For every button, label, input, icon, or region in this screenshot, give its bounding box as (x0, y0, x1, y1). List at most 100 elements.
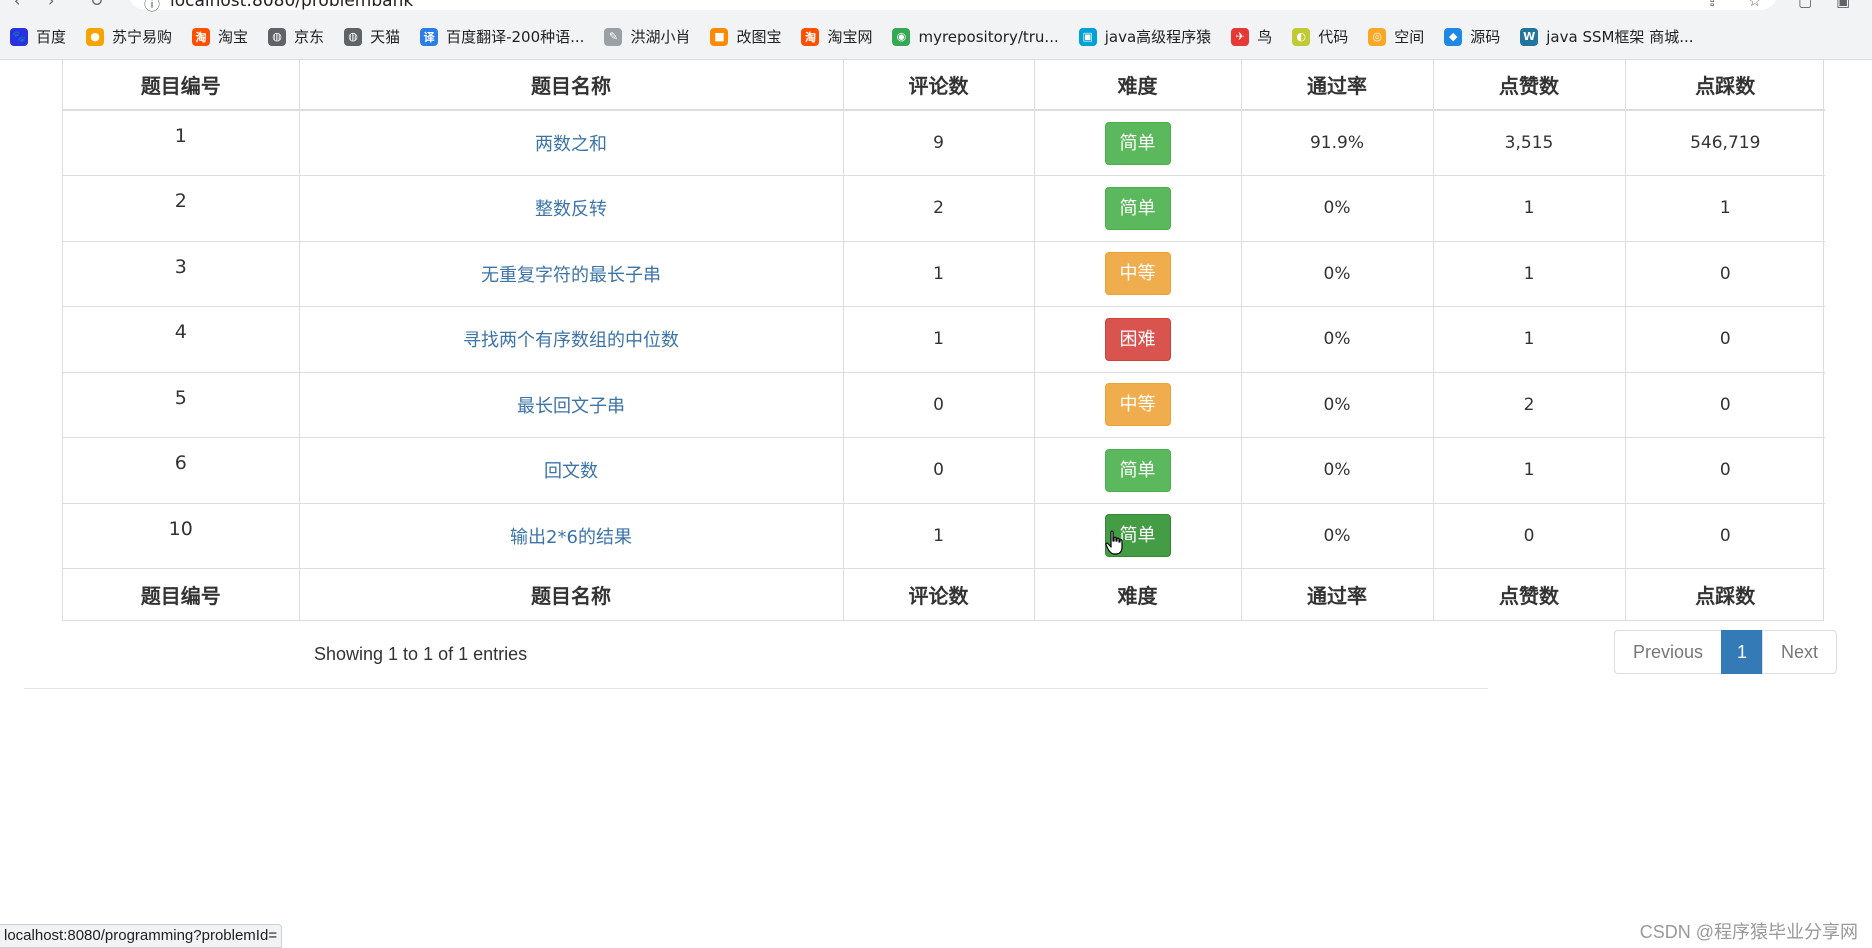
comment-count: 1 (842, 240, 1034, 307)
page-button-current[interactable]: 1 (1721, 630, 1764, 674)
bookmark-item[interactable]: Wjava SSM框架 商城... (1520, 26, 1694, 47)
problem-id: 3 (63, 240, 299, 307)
profile-icon[interactable]: ▣ (1836, 0, 1850, 10)
bookmark-label: 淘宝 (218, 28, 249, 46)
header-comments[interactable]: 评论数 (842, 60, 1034, 111)
pass-rate: 0% (1240, 371, 1433, 438)
difficulty-cell: 困难 (1033, 306, 1241, 372)
divider (24, 688, 1488, 689)
problem-name-link[interactable]: 整数反转 (535, 199, 607, 220)
header-id[interactable]: 题目编号 (63, 60, 299, 111)
problem-name-cell: 最长回文子串 (298, 371, 843, 438)
star-icon[interactable]: ☆ (1748, 0, 1761, 10)
bookmark-item[interactable]: ✈ 鸟 (1231, 26, 1272, 47)
bookmark-item[interactable]: ▣ java高级程序猿 (1078, 26, 1212, 47)
footer-id: 题目编号 (63, 568, 299, 620)
problem-name-link[interactable]: 回文数 (544, 461, 598, 482)
comment-count: 9 (842, 110, 1034, 176)
problem-id: 5 (63, 371, 299, 438)
taobao-icon: 淘 (801, 27, 820, 46)
problem-name-link[interactable]: 最长回文子串 (517, 396, 625, 417)
bookmark-label: 鸟 (1257, 28, 1273, 46)
header-difficulty[interactable]: 难度 (1033, 60, 1241, 111)
problem-name-cell: 两数之和 (298, 110, 843, 176)
tab-icon[interactable]: ▢ (1798, 0, 1812, 10)
taobao-icon: 淘 (192, 27, 211, 46)
bookmark-item[interactable]: ◉ myrepository/tru... (892, 27, 1059, 46)
forward-icon[interactable]: › (48, 0, 54, 10)
footer-difficulty: 难度 (1033, 568, 1241, 620)
table-row: 1 两数之和 9 简单 91.9% 3,515 546,719 (63, 110, 1825, 176)
comment-count: 1 (842, 502, 1034, 569)
reload-icon[interactable]: ↻ (90, 0, 103, 10)
like-count: 0 (1432, 502, 1625, 569)
problem-name-link[interactable]: 输出2*6的结果 (510, 527, 632, 548)
bookmark-label: 百度 (36, 28, 67, 46)
pass-rate: 0% (1240, 240, 1433, 307)
url-text[interactable]: localhost:8080/problembank (170, 0, 413, 11)
bookmark-item[interactable]: ✎ 洪湖小肖 (604, 26, 690, 47)
problem-id: 10 (63, 502, 299, 569)
like-count: 3,515 (1432, 110, 1625, 176)
next-button[interactable]: Next (1762, 630, 1838, 674)
problem-id: 6 (63, 437, 299, 503)
pass-rate: 91.9% (1240, 110, 1433, 176)
problem-name-link[interactable]: 无重复字符的最长子串 (481, 265, 661, 286)
globe-icon: ◍ (268, 27, 287, 46)
difficulty-badge[interactable]: 简单 (1104, 121, 1171, 165)
dislike-count: 0 (1624, 306, 1825, 372)
bookmark-item[interactable]: ◐ 代码 (1292, 26, 1348, 47)
bookmark-item[interactable]: ◆ 源码 (1444, 26, 1500, 47)
header-dislikes[interactable]: 点踩数 (1624, 60, 1825, 111)
header-likes[interactable]: 点赞数 (1432, 60, 1625, 111)
share-icon[interactable]: ⇪ (1706, 0, 1719, 10)
bookmark-item[interactable]: 译百度翻译-200种语... (420, 26, 584, 47)
table-row: 6 回文数 0 简单 0% 1 0 (63, 437, 1825, 503)
bookmarks-bar: 🐾 百度 ● 苏宁易购淘淘宝 ◍ 京东 ◍ 天猫译百度翻译-200种语... ✎ 洪湖小肖 ■ 改图宝… (0, 14, 1872, 60)
difficulty-cell: 简单 (1033, 175, 1241, 241)
table-row: 2 整数反转 2 简单 0% 1 1 (63, 175, 1825, 241)
comment-count: 2 (842, 175, 1034, 241)
comment-count: 0 (842, 437, 1034, 503)
site-info-icon[interactable]: ⓘ (144, 0, 160, 15)
problem-table: 题目编号 题目名称 评论数 难度 通过率 点赞数 点踩数 1 两数之和 9 简单 91.… (62, 60, 1825, 621)
bookmark-item[interactable]: ● 苏宁易购 (86, 26, 172, 47)
bookmark-item[interactable]: ◎ 空间 (1368, 26, 1424, 47)
difficulty-badge[interactable]: 中等 (1104, 252, 1171, 296)
bookmark-item[interactable]: 淘淘宝网 (801, 26, 872, 47)
bookmark-item[interactable]: 淘淘宝 (192, 26, 248, 47)
bookmark-item[interactable]: ◍ 天猫 (344, 26, 400, 47)
browser-viewport: ‹ › ↻ ⓘ localhost:8080/problembank ⇪ ☆ ▢… (0, 0, 1872, 948)
difficulty-badge[interactable]: 简单 (1104, 448, 1171, 492)
previous-button[interactable]: Previous (1614, 630, 1723, 674)
bookmark-label: 空间 (1394, 28, 1425, 46)
dislike-count: 546,719 (1624, 110, 1825, 176)
problem-name-link[interactable]: 两数之和 (535, 134, 607, 155)
bookmark-label: java高级程序猿 (1104, 28, 1212, 46)
problem-name-link[interactable]: 寻找两个有序数组的中位数 (463, 330, 679, 351)
table-row: 4 寻找两个有序数组的中位数 1 困难 0% 1 0 (63, 306, 1825, 372)
pass-rate: 0% (1240, 306, 1433, 372)
difficulty-badge[interactable]: 困难 (1104, 317, 1171, 361)
header-pass-rate[interactable]: 通过率 (1240, 60, 1433, 111)
difficulty-badge[interactable]: 简单 (1104, 186, 1171, 230)
bookmark-label: 淘宝网 (827, 28, 873, 46)
comment-count: 1 (842, 306, 1034, 372)
bookmark-item[interactable]: 🐾 百度 (10, 26, 66, 47)
bookmark-item[interactable]: ■ 改图宝 (710, 26, 781, 47)
footer-name: 题目名称 (298, 568, 843, 620)
table-row: 10 输出2*6的结果 1 简单 0% 0 0 (63, 502, 1825, 569)
problem-name-cell: 寻找两个有序数组的中位数 (298, 306, 843, 372)
watermark: CSDN @程序猿毕业分享网 (1639, 922, 1858, 942)
pass-rate: 0% (1240, 437, 1433, 503)
header-name[interactable]: 题目名称 (298, 60, 843, 111)
table-row: 3 无重复字符的最长子串 1 中等 0% 1 0 (63, 240, 1825, 307)
translate-icon: 译 (420, 27, 439, 46)
bookmark-label: 代码 (1318, 28, 1349, 46)
bookmark-label: myrepository/tru... (918, 27, 1059, 46)
gaitubao-icon: ■ (710, 27, 729, 46)
back-icon[interactable]: ‹ (14, 0, 20, 10)
bookmark-item[interactable]: ◍ 京东 (268, 26, 324, 47)
difficulty-badge[interactable]: 中等 (1104, 383, 1171, 427)
problem-name-cell: 输出2*6的结果 (298, 502, 843, 569)
